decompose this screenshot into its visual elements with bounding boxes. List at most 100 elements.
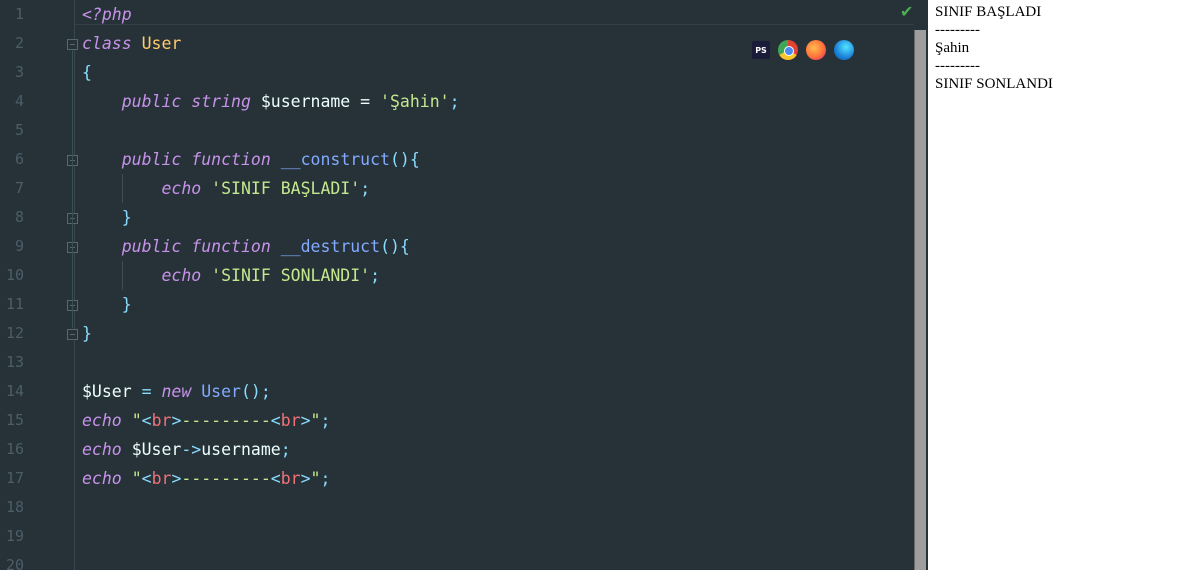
code-token: br: [151, 411, 172, 430]
code-token: br: [280, 469, 301, 488]
vertical-scrollbar[interactable]: [914, 30, 926, 570]
code-token: __construct: [270, 150, 390, 169]
code-token: {: [82, 63, 92, 82]
edge-icon[interactable]: [834, 40, 854, 60]
fold-guide: [72, 253, 73, 299]
code-token: 'Şahin': [380, 92, 450, 111]
code-token: echo: [82, 469, 122, 488]
code-line: public function __destruct(){: [82, 232, 410, 261]
code-token: echo: [82, 440, 122, 459]
code-line: echo 'SINIF SONLANDI';: [82, 261, 380, 290]
line-number: 8: [14, 208, 24, 226]
code-line: public string $username = 'Şahin';: [82, 87, 460, 116]
fold-marker-icon[interactable]: [67, 39, 78, 50]
code-line: <?php: [82, 0, 132, 29]
browser-preview-bar: PS: [752, 40, 854, 60]
code-token: ": [131, 469, 142, 488]
code-token: echo: [161, 179, 202, 198]
line-number: 10: [5, 266, 24, 284]
code-token: string: [191, 92, 251, 111]
code-token: class: [82, 34, 132, 53]
line-number: 2: [14, 34, 24, 52]
line-number: 19: [5, 527, 24, 545]
chrome-icon[interactable]: [778, 40, 798, 60]
inspection-ok-icon[interactable]: ✔: [900, 2, 913, 21]
code-token: br: [280, 411, 301, 430]
line-number: 4: [14, 92, 24, 110]
code-token: ;: [320, 411, 331, 430]
line-number: 11: [5, 295, 24, 313]
code-token: ": [310, 411, 321, 430]
line-number: 17: [5, 469, 24, 487]
code-token: }: [121, 208, 132, 227]
code-token: }: [121, 295, 132, 314]
line-number: 13: [5, 353, 24, 371]
code-token: >: [300, 469, 311, 488]
code-token: User: [141, 34, 182, 53]
code-line: {: [82, 58, 92, 87]
line-number: 3: [14, 63, 24, 81]
code-line: }: [82, 319, 92, 348]
code-token: >: [300, 411, 311, 430]
code-token: =: [131, 382, 162, 401]
code-token: new: [161, 382, 192, 401]
code-token: <: [270, 469, 281, 488]
code-token: 'SINIF BAŞLADI': [211, 179, 361, 198]
line-number: 6: [14, 150, 24, 168]
line-number: 12: [5, 324, 24, 342]
code-token: ---------: [181, 469, 271, 488]
code-token: $username =: [250, 92, 381, 111]
code-token: echo: [82, 411, 122, 430]
code-token: >: [171, 469, 182, 488]
output-line: SINIF BAŞLADI: [935, 4, 1042, 20]
code-token: <: [270, 411, 281, 430]
output-line: ---------: [935, 22, 980, 38]
line-number: 20: [5, 556, 24, 570]
code-line: echo $User->username;: [82, 435, 291, 464]
code-editor[interactable]: 1 2 3 4 5 6 7 8 9 10 11 12 13 14 15 16 17 18 19 20 <?php cla…: [0, 0, 928, 570]
code-token: ": [310, 469, 321, 488]
code-token: function: [191, 150, 271, 169]
code-token: ;: [320, 469, 331, 488]
line-number: 5: [14, 121, 24, 139]
code-token: (){: [390, 150, 420, 169]
line-number: 18: [5, 498, 24, 516]
code-line: echo "<br>---------<br>";: [82, 406, 330, 435]
code-token: 'SINIF SONLANDI': [211, 266, 371, 285]
output-line: ---------: [935, 58, 980, 74]
indent-guide: [122, 174, 123, 203]
phpstorm-icon[interactable]: PS: [752, 41, 770, 59]
line-number-gutter: 1 2 3 4 5 6 7 8 9 10 11 12 13 14 15 16 17 18 19 20: [0, 0, 75, 570]
line-number: 15: [5, 411, 24, 429]
code-token: ->: [181, 440, 202, 459]
code-token: ;: [449, 92, 460, 111]
code-line: echo 'SINIF BAŞLADI';: [82, 174, 370, 203]
fold-marker-icon[interactable]: [67, 329, 78, 340]
code-token: public: [121, 237, 182, 256]
code-token: $User: [82, 382, 132, 401]
code-token: __destruct: [270, 237, 381, 256]
current-line-highlight: [74, 0, 914, 25]
code-token: public: [121, 150, 182, 169]
code-line: echo "<br>---------<br>";: [82, 464, 330, 493]
code-token: <: [141, 469, 152, 488]
firefox-icon[interactable]: [806, 40, 826, 60]
line-number: 16: [5, 440, 24, 458]
code-token: public: [121, 92, 182, 111]
code-token: User: [201, 382, 241, 401]
code-token: <?php: [82, 5, 132, 24]
code-token: echo: [161, 266, 202, 285]
code-token: <: [141, 411, 152, 430]
code-token: ": [131, 411, 142, 430]
